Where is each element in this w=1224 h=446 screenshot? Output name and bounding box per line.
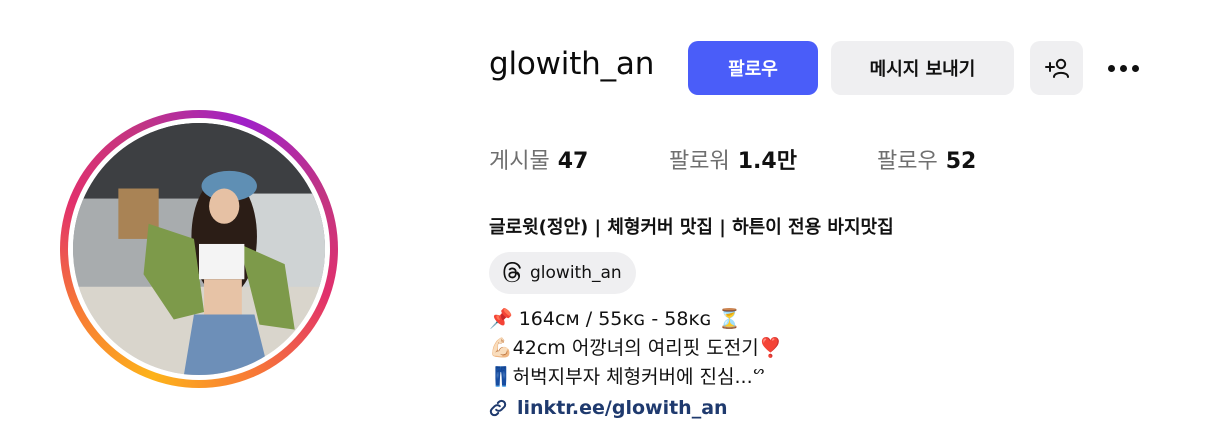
username-heading: glowith_an <box>489 46 655 82</box>
profile-link-text[interactable]: linktr.ee/glowith_an <box>517 397 728 419</box>
avatar-image <box>73 123 325 375</box>
posts-count: 게시물 47 <box>489 143 669 175</box>
following-count[interactable]: 팔로우 52 <box>877 143 976 175</box>
profile-avatar[interactable] <box>60 110 338 388</box>
posts-value: 47 <box>557 149 589 174</box>
followers-count[interactable]: 팔로워 1.4만 <box>669 143 877 175</box>
followers-value: 1.4만 <box>737 149 797 174</box>
avatar-photo <box>73 123 325 375</box>
threads-badge[interactable]: glowith_an <box>489 252 636 294</box>
profile-full-name: 글로윗(정안) | 체형커버 맛집 | 하튼이 전용 바지맛집 <box>489 217 894 238</box>
more-options-button[interactable] <box>1095 41 1151 95</box>
bio-line-2: 💪🏻42cm 어깡녀의 여리핏 도전기❣️ <box>489 337 783 359</box>
profile-stats: 게시물 47 팔로워 1.4만 팔로우 52 <box>489 143 976 175</box>
avatar-border <box>68 118 330 380</box>
profile-bio: 📌 164cᴍ / 55ᴋɢ - 58ᴋɢ ⏳ 💪🏻42cm 어깡녀의 여리핏 … <box>489 305 782 392</box>
send-message-button[interactable]: 메시지 보내기 <box>831 41 1014 95</box>
bio-line-1: 📌 164cᴍ / 55ᴋɢ - 58ᴋɢ ⏳ <box>489 308 742 330</box>
add-person-icon <box>1044 58 1069 78</box>
following-value: 52 <box>945 149 977 174</box>
followers-label: 팔로워 <box>669 149 730 174</box>
threads-handle: glowith_an <box>530 263 622 283</box>
more-dots-icon <box>1107 64 1139 72</box>
suggested-accounts-button[interactable] <box>1030 41 1083 95</box>
follow-button[interactable]: 팔로우 <box>688 41 818 95</box>
story-ring <box>60 110 338 388</box>
threads-icon <box>503 262 521 283</box>
posts-label: 게시물 <box>489 149 550 174</box>
profile-link[interactable]: linktr.ee/glowith_an <box>487 397 728 419</box>
bio-line-3: 👖허벅지부자 체형커버에 진심...ᔥ <box>489 366 765 388</box>
following-label: 팔로우 <box>877 149 938 174</box>
link-icon <box>489 399 507 417</box>
